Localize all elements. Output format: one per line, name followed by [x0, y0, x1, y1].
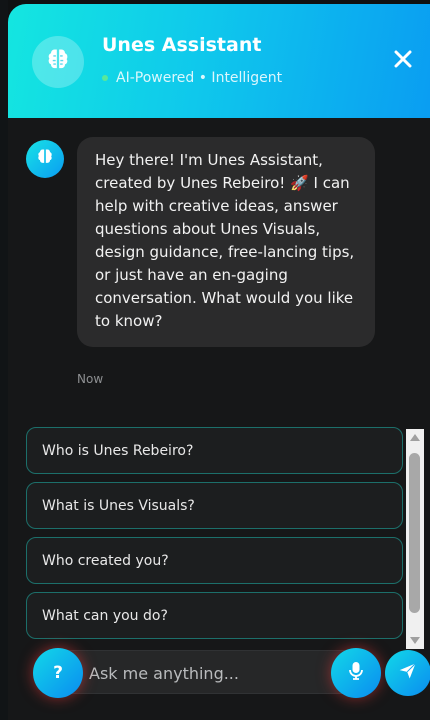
chat-header: Unes Assistant AI-Powered • Intelligent	[8, 4, 430, 118]
chat-widget: Unes Assistant AI-Powered • Intelligent …	[8, 4, 430, 720]
quick-reply-button[interactable]: What can you do?	[26, 592, 403, 639]
online-status-dot	[102, 75, 108, 81]
close-button[interactable]	[390, 48, 416, 74]
assistant-title: Unes Assistant	[102, 34, 262, 56]
scroll-up-arrow-icon[interactable]	[410, 434, 420, 441]
close-icon	[394, 50, 412, 72]
microphone-icon	[347, 661, 365, 685]
composer-box	[36, 650, 366, 694]
assistant-subtitle: AI-Powered • Intelligent	[102, 70, 282, 86]
quick-reply-button[interactable]: Who is Unes Rebeiro?	[26, 427, 403, 474]
message-input[interactable]	[89, 653, 309, 693]
scrollbar-thumb[interactable]	[409, 453, 420, 613]
quick-reply-button[interactable]: What is Unes Visuals?	[26, 482, 403, 529]
brain-icon	[35, 147, 55, 171]
assistant-message-bubble: Hey there! I'm Unes Assistant, created b…	[77, 137, 375, 347]
page-background	[0, 0, 8, 720]
assistant-avatar	[32, 36, 84, 88]
scrollbar[interactable]	[406, 429, 424, 649]
scroll-down-arrow-icon[interactable]	[410, 637, 420, 644]
subtitle-text: AI-Powered • Intelligent	[116, 70, 283, 86]
quick-reply-button[interactable]: Who created you?	[26, 537, 403, 584]
quick-replies-list: Who is Unes Rebeiro? What is Unes Visual…	[26, 427, 403, 647]
message-avatar	[26, 140, 64, 178]
microphone-button[interactable]	[331, 648, 381, 698]
message-timestamp: Now	[77, 372, 104, 386]
help-button[interactable]: ?	[33, 648, 83, 698]
send-button[interactable]	[385, 650, 430, 696]
send-icon	[398, 661, 418, 685]
brain-icon	[44, 46, 72, 78]
composer: ?	[26, 648, 430, 698]
